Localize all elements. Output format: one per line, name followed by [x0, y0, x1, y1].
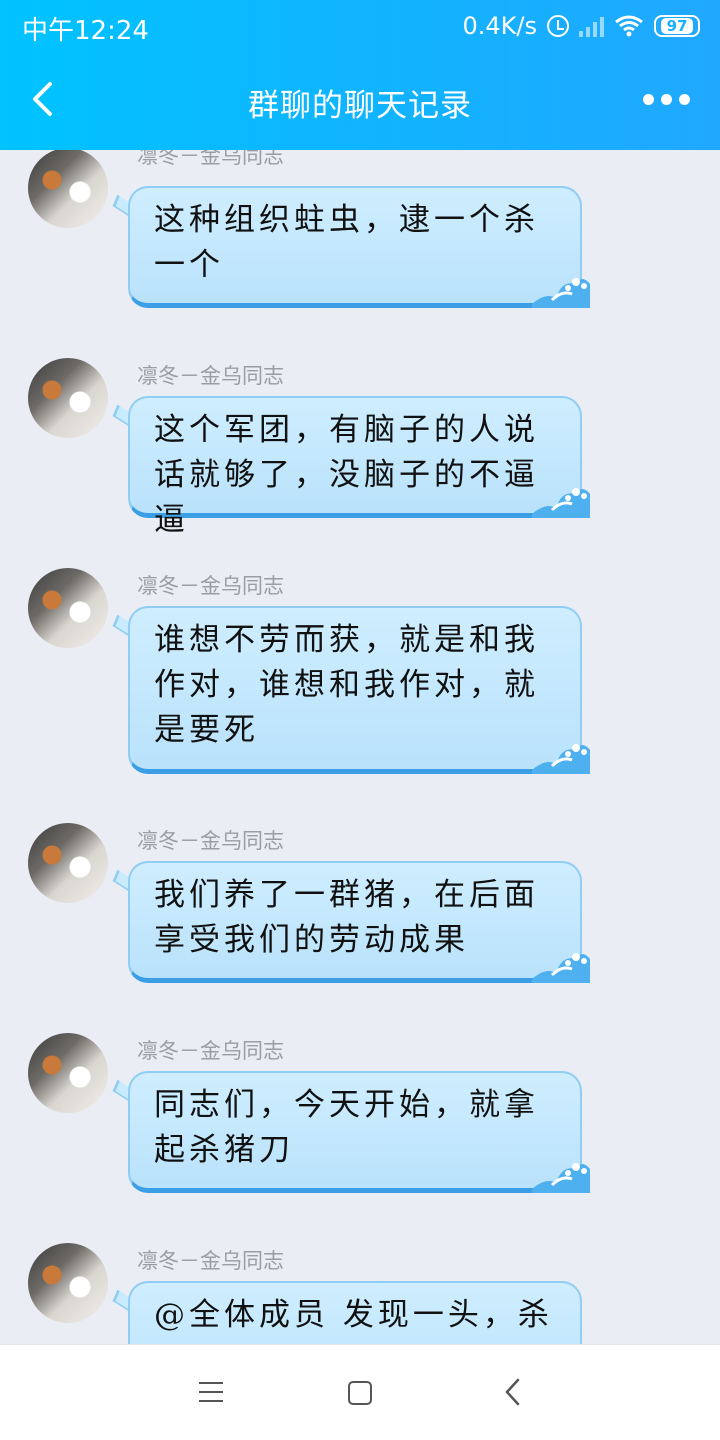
message-bubble[interactable]: 这个军团，有脑子的人说话就够了，没脑子的不逼逼 — [128, 396, 582, 538]
wave-decoration-icon — [532, 488, 590, 518]
signal-icon — [579, 15, 604, 37]
network-speed: 0.4K/s — [462, 12, 538, 40]
message-bubble[interactable]: 我们养了一群猪，在后面享受我们的劳动成果 — [128, 861, 582, 983]
wave-decoration-icon — [532, 744, 590, 774]
wave-decoration-icon — [532, 1163, 590, 1193]
status-time: 中午12:24 — [22, 16, 149, 46]
avatar[interactable] — [28, 823, 108, 903]
sender-name: 凛冬－金乌同志 — [137, 1039, 284, 1063]
back-triangle-icon[interactable] — [503, 1377, 523, 1407]
message-bubble[interactable]: 同志们，今天开始，就拿起杀猪刀 — [128, 1071, 582, 1193]
chat-history[interactable]: 凛冬－金乌同志 这种组织蛀虫，逮一个杀一个 凛冬－金乌同志 这个军团，有脑子的人… — [0, 150, 720, 1344]
more-dots-icon[interactable] — [643, 84, 690, 114]
avatar[interactable] — [28, 150, 108, 228]
page-title: 群聊的聊天记录 — [248, 88, 472, 124]
message-bubble[interactable]: 这种组织蛀虫，逮一个杀一个 — [128, 186, 582, 308]
system-navigation-bar — [0, 1344, 720, 1440]
title-bar: 群聊的聊天记录 — [0, 52, 720, 150]
battery-icon: 97 — [654, 15, 700, 37]
wave-decoration-icon — [532, 278, 590, 308]
status-bar: 中午12:24 0.4K/s 97 — [0, 0, 720, 52]
battery-level: 97 — [660, 18, 694, 34]
home-square-icon[interactable] — [348, 1381, 372, 1405]
sender-name: 凛冬－金乌同志 — [137, 829, 284, 853]
avatar[interactable] — [28, 1243, 108, 1323]
sender-name: 凛冬－金乌同志 — [137, 364, 284, 388]
message-bubble[interactable]: @全体成员 发现一头，杀 — [128, 1281, 582, 1344]
sender-name: 凛冬－金乌同志 — [137, 150, 284, 168]
avatar[interactable] — [28, 358, 108, 438]
alarm-icon — [547, 15, 569, 37]
menu-icon[interactable] — [199, 1382, 223, 1402]
wifi-icon — [615, 15, 643, 37]
avatar[interactable] — [28, 1033, 108, 1113]
status-icons: 0.4K/s 97 — [462, 10, 700, 42]
avatar[interactable] — [28, 568, 108, 648]
message-bubble[interactable]: 谁想不劳而获，就是和我作对，谁想和我作对，就是要死 — [128, 606, 582, 774]
app-header: 中午12:24 0.4K/s 97 群聊的聊天记录 — [0, 0, 720, 150]
sender-name: 凛冬－金乌同志 — [137, 1249, 284, 1273]
sender-name: 凛冬－金乌同志 — [137, 574, 284, 598]
wave-decoration-icon — [532, 953, 590, 983]
